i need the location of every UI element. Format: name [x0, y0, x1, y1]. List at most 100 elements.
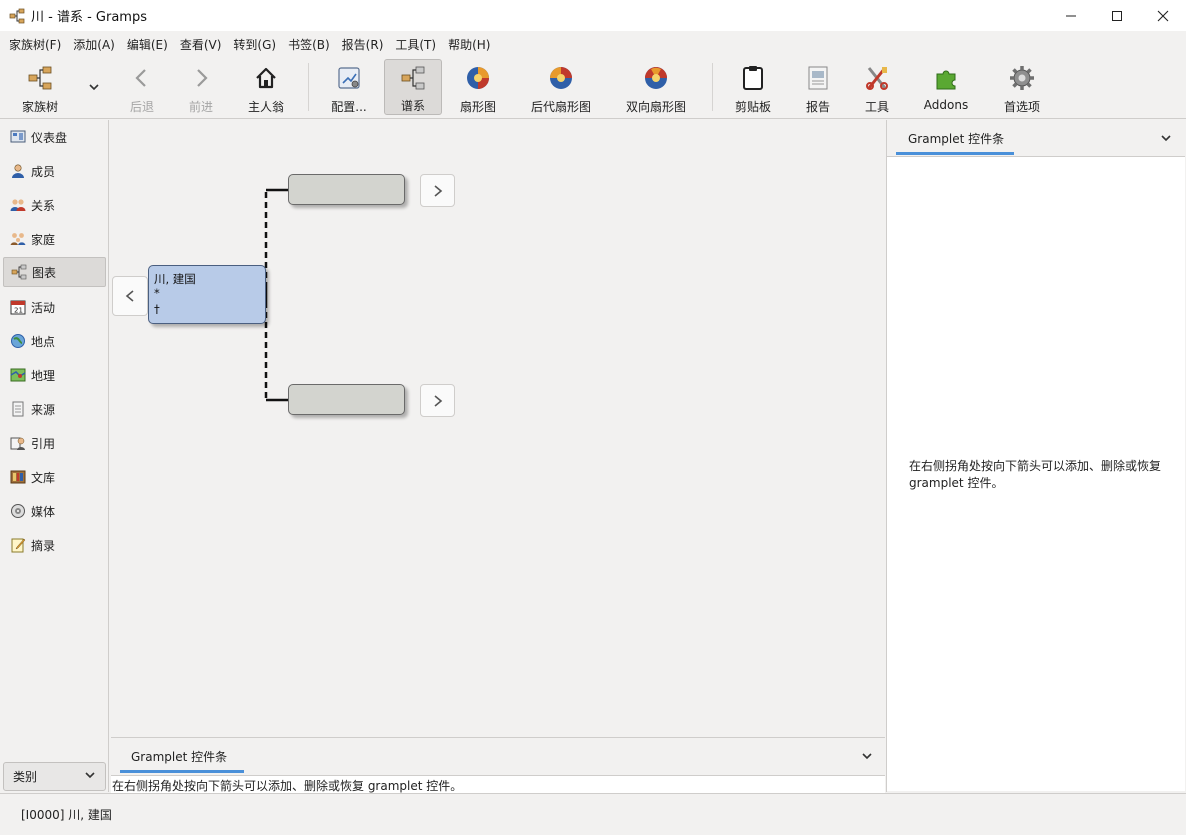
gear-icon: [1008, 64, 1036, 92]
reports-button[interactable]: 报告: [796, 59, 840, 115]
maximize-icon[interactable]: [1094, 0, 1140, 31]
menu-bookmarks[interactable]: 书签(B): [282, 36, 336, 53]
menu-bar: 家族树(F) 添加(A) 编辑(E) 查看(V) 转到(G) 书签(B) 报告(…: [0, 31, 1186, 57]
father-parents-arrow[interactable]: [420, 174, 455, 207]
sidebar-item-label: 地理: [31, 368, 56, 383]
tools-icon: [863, 64, 891, 92]
forward-label: 前进: [188, 100, 213, 114]
forward-arrow-icon: [187, 64, 215, 92]
pedigree-label: 谱系: [400, 99, 425, 113]
pedigree-connector-lines: [264, 188, 288, 402]
configure-icon: [335, 64, 363, 92]
clipboard-button[interactable]: 剪贴板: [730, 59, 776, 115]
reports-label: 报告: [805, 100, 830, 114]
sidebar-item-media[interactable]: 媒体: [3, 496, 106, 526]
right-gramplet-message: 在右侧拐角处按向下箭头可以添加、删除或恢复 gramplet 控件。: [909, 458, 1161, 492]
menu-reports[interactable]: 报告(R): [336, 36, 390, 53]
sidebar-item-places[interactable]: 地点: [3, 326, 106, 356]
sidebar-item-notes[interactable]: 摘录: [3, 530, 106, 560]
media-icon: [10, 503, 26, 519]
bottom-gramplet-menu-button[interactable]: [861, 750, 873, 765]
svg-text:21: 21: [14, 307, 23, 315]
sidebar-item-citations[interactable]: 引用: [3, 428, 106, 458]
sidebar-item-relationships[interactable]: 关系: [3, 190, 106, 220]
forward-button[interactable]: 前进: [177, 59, 225, 115]
status-text: [I0000] 川, 建国: [21, 808, 112, 822]
sidebar-item-label: 仪表盘: [31, 130, 68, 145]
family-trees-label: 家族树: [21, 100, 58, 114]
tools-button[interactable]: 工具: [856, 59, 898, 115]
mother-parents-arrow[interactable]: [420, 384, 455, 417]
addons-label: Addons: [923, 98, 969, 112]
menu-help[interactable]: 帮助(H): [442, 36, 496, 53]
sidebar-item-geography[interactable]: 地理: [3, 360, 106, 390]
menu-edit[interactable]: 编辑(E): [121, 36, 174, 53]
sidebar-item-label: 成员: [31, 164, 56, 179]
sidebar-item-label: 引用: [31, 436, 56, 451]
back-button[interactable]: 后退: [118, 59, 166, 115]
person-name: 川, 建国: [154, 272, 196, 286]
person-icon: [10, 163, 26, 179]
sidebar-item-dashboard[interactable]: 仪表盘: [3, 122, 106, 152]
bottom-gramplet-tab[interactable]: Gramplet 控件条: [131, 748, 227, 765]
tools-label: 工具: [864, 100, 889, 114]
toolbar: 家族树 后退 前进 主人翁 配置... 谱系 扇形图 后代扇形图 双向扇形图 剪…: [0, 57, 1186, 119]
sidebar-item-label: 图表: [32, 265, 57, 280]
sidebar-item-charts[interactable]: 图表: [3, 257, 106, 287]
sidebar-item-sources[interactable]: 来源: [3, 394, 106, 424]
fan-chart-button[interactable]: 扇形图: [452, 59, 504, 115]
menu-family-trees[interactable]: 家族树(F): [3, 36, 67, 53]
sources-icon: [10, 401, 26, 417]
right-gramplet-menu-button[interactable]: [1160, 132, 1172, 147]
minimize-icon[interactable]: [1048, 0, 1094, 31]
geography-icon: [10, 367, 26, 383]
close-icon[interactable]: [1140, 0, 1186, 31]
sidebar-item-label: 摘录: [31, 538, 56, 553]
right-gramplet-sidebar: Gramplet 控件条 在右侧拐角处按向下箭头可以添加、删除或恢复 gramp…: [886, 120, 1186, 792]
twoway-fan-icon: [642, 64, 670, 92]
preferences-button[interactable]: 首选项: [996, 59, 1048, 115]
person-birth: *: [154, 286, 160, 300]
pedigree-app-icon: [9, 8, 25, 24]
descendant-fan-label: 后代扇形图: [530, 100, 591, 114]
title-bar: 川 - 谱系 - Gramps: [0, 0, 1186, 31]
chevron-down-icon: [84, 769, 96, 784]
relationships-icon: [10, 197, 26, 213]
sidebar-item-people[interactable]: 成员: [3, 156, 106, 186]
sidebar-item-label: 文库: [31, 470, 56, 485]
twoway-fan-label: 双向扇形图: [625, 100, 686, 114]
mother-person-box[interactable]: [288, 384, 405, 415]
active-person-box[interactable]: 川, 建国 * †: [148, 265, 266, 324]
bottom-gramplet-bar: Gramplet 控件条 在右侧拐角处按向下箭头可以添加、删除或恢复 gramp…: [111, 737, 885, 793]
right-gramplet-tab[interactable]: Gramplet 控件条: [908, 130, 1004, 147]
configure-label: 配置...: [331, 100, 367, 114]
family-tree-icon: [26, 64, 54, 92]
menu-go[interactable]: 转到(G): [227, 36, 282, 53]
sidebar-item-families[interactable]: 家庭: [3, 224, 106, 254]
home-label: 主人翁: [247, 100, 284, 114]
sidebar-item-repositories[interactable]: 文库: [3, 462, 106, 492]
bottom-gramplet-message: 在右侧拐角处按向下箭头可以添加、删除或恢复 gramplet 控件。: [112, 779, 463, 793]
pedigree-view-button[interactable]: 谱系: [384, 59, 442, 115]
sidebar-item-label: 家庭: [31, 232, 56, 247]
clipboard-label: 剪贴板: [734, 100, 771, 114]
twoway-fan-button[interactable]: 双向扇形图: [622, 59, 690, 115]
addons-button[interactable]: Addons: [918, 59, 974, 115]
sidebar-item-events[interactable]: 21 活动: [3, 292, 106, 322]
chevron-down-icon: [862, 753, 872, 760]
bottom-gramplet-body: 在右侧拐角处按向下箭头可以添加、删除或恢复 gramplet 控件。: [111, 775, 885, 793]
fan-chart-label: 扇形图: [459, 100, 496, 114]
family-trees-button[interactable]: 家族树: [6, 59, 74, 115]
menu-tools[interactable]: 工具(T): [389, 36, 442, 53]
children-arrow[interactable]: [112, 276, 148, 316]
descendant-fan-button[interactable]: 后代扇形图: [527, 59, 595, 115]
home-button[interactable]: 主人翁: [238, 59, 294, 115]
events-icon: 21: [10, 299, 26, 315]
menu-view[interactable]: 查看(V): [174, 36, 228, 53]
charts-icon: [11, 264, 27, 280]
father-person-box[interactable]: [288, 174, 405, 205]
menu-add[interactable]: 添加(A): [67, 36, 121, 53]
category-selector[interactable]: 类别: [3, 762, 106, 791]
configure-button[interactable]: 配置...: [322, 59, 376, 115]
family-trees-dropdown[interactable]: [80, 59, 108, 115]
